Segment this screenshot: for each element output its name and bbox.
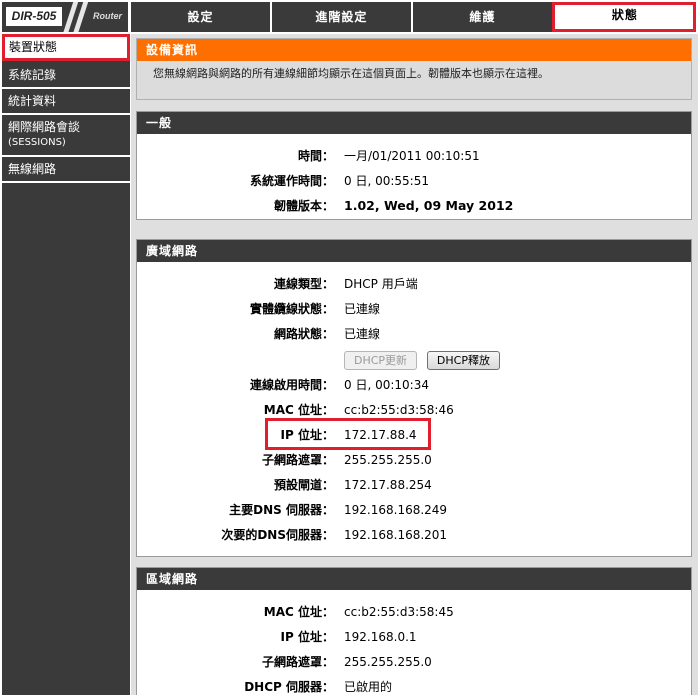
uptime-value: 0 日, 00:55:51 — [344, 174, 429, 188]
gateway-value: 172.17.88.254 — [344, 478, 432, 492]
sidebar-item-wireless[interactable]: 無線網路 — [2, 157, 130, 183]
lan-subnet-label: 子網路遮罩： — [261, 655, 334, 669]
primary-dns-label: 主要DNS 伺服器： — [229, 503, 334, 517]
wan-title: 廣域網路 — [137, 240, 691, 262]
connection-type-value: DHCP 用戶端 — [344, 277, 418, 291]
secondary-dns-label: 次要的DNS伺服器： — [221, 528, 334, 542]
sidebar-item-sublabel: (SESSIONS) — [8, 137, 66, 148]
lan-title: 區域網路 — [137, 568, 691, 590]
network-status-label: 網路狀態： — [273, 327, 334, 341]
ip-highlight-box — [265, 418, 431, 450]
lan-ip-value: 192.168.0.1 — [344, 630, 417, 644]
wan-subnet-value: 255.255.255.0 — [344, 453, 432, 467]
tab-advanced[interactable]: 進階設定 — [269, 2, 411, 32]
lan-section: 區域網路 MAC 位址： cc:b2:55:d3:58:45 IP 位址： 19… — [136, 567, 692, 695]
sidebar-item-label: 網際網路會談 — [8, 120, 81, 134]
top-nav: 設定 進階設定 維護 狀態 — [131, 2, 696, 32]
info-row: 連線啟用時間： 0 日, 00:10:34 — [137, 374, 691, 396]
cable-status-label: 實體纜線狀態： — [249, 302, 334, 316]
device-info-title: 設備資訊 — [137, 39, 691, 61]
info-row: 系統運作時間： 0 日, 00:55:51 — [137, 170, 691, 192]
connection-uptime-label: 連線啟用時間： — [249, 378, 334, 392]
dhcp-server-label: DHCP 伺服器： — [244, 680, 334, 694]
network-status-value: 已連線 — [344, 327, 381, 341]
brand-logo: DIR-505 Router — [2, 2, 128, 32]
time-label: 時間： — [297, 149, 334, 163]
secondary-dns-value: 192.168.168.201 — [344, 528, 448, 542]
device-info-box: 設備資訊 您無線網路與網路的所有連線細節均顯示在這個頁面上。韌體版本也顯示在這裡… — [136, 38, 692, 100]
info-row: 時間： 一月/01/2011 00:10:51 — [137, 145, 691, 167]
tab-setup[interactable]: 設定 — [131, 2, 270, 32]
sidebar-item-sessions[interactable]: 網際網路會談 (SESSIONS) — [2, 115, 130, 157]
info-row: DHCP 伺服器： 已啟用的 — [137, 676, 691, 695]
main-content: 設備資訊 您無線網路與網路的所有連線細節均顯示在這個頁面上。韌體版本也顯示在這裡… — [131, 34, 698, 695]
info-row: 主要DNS 伺服器： 192.168.168.249 — [137, 499, 691, 521]
cable-status-value: 已連線 — [344, 302, 381, 316]
info-row: 實體纜線狀態： 已連線 — [137, 298, 691, 320]
sidebar: 裝置狀態 系統記錄 統計資料 網際網路會談 (SESSIONS) 無線網路 — [2, 34, 130, 695]
wan-subnet-label: 子網路遮罩： — [261, 453, 334, 467]
info-row: 連線類型： DHCP 用戶端 — [137, 273, 691, 295]
primary-dns-value: 192.168.168.249 — [344, 503, 448, 517]
gateway-label: 預設閘道： — [273, 478, 334, 492]
info-row: 預設閘道： 172.17.88.254 — [137, 474, 691, 496]
info-row: 韌體版本： 1.02, Wed, 09 May 2012 — [137, 195, 691, 217]
time-value: 一月/01/2011 00:10:51 — [344, 149, 480, 163]
wan-section: 廣域網路 連線類型： DHCP 用戶端 實體纜線狀態： 已連線 網路狀態： 已連… — [136, 239, 692, 557]
connection-type-label: 連線類型： — [273, 277, 334, 291]
lan-subnet-value: 255.255.255.0 — [344, 655, 432, 669]
info-row: MAC 位址： cc:b2:55:d3:58:45 — [137, 601, 691, 623]
info-row: 子網路遮罩： 255.255.255.0 — [137, 449, 691, 471]
dhcp-buttons: DHCP更新 DHCP釋放 — [344, 349, 506, 371]
lan-ip-label: IP 位址： — [280, 630, 334, 644]
tab-maintenance[interactable]: 維護 — [410, 2, 552, 32]
logo-tag: Router — [93, 11, 122, 21]
info-row: 子網路遮罩： 255.255.255.0 — [137, 651, 691, 673]
lan-mac-label: MAC 位址： — [263, 605, 334, 619]
dhcp-renew-button[interactable]: DHCP更新 — [344, 351, 418, 370]
tab-status[interactable]: 狀態 — [551, 2, 696, 32]
dhcp-release-button[interactable]: DHCP釋放 — [426, 351, 500, 370]
info-row: 網路狀態： 已連線 — [137, 323, 691, 345]
firmware-value: 1.02, Wed, 09 May 2012 — [344, 198, 514, 213]
uptime-label: 系統運作時間： — [249, 174, 334, 188]
info-row: 次要的DNS伺服器： 192.168.168.201 — [137, 524, 691, 546]
lan-mac-value: cc:b2:55:d3:58:45 — [344, 605, 454, 619]
sidebar-item-logs[interactable]: 系統記錄 — [2, 63, 130, 89]
general-title: 一般 — [137, 112, 691, 134]
general-section: 一般 時間： 一月/01/2011 00:10:51 系統運作時間： 0 日, … — [136, 111, 692, 220]
dhcp-buttons-row: DHCP更新 DHCP釋放 — [137, 349, 691, 371]
firmware-label: 韌體版本： — [273, 199, 334, 213]
model-name: DIR-505 — [6, 7, 62, 26]
device-info-description: 您無線網路與網路的所有連線細節均顯示在這個頁面上。韌體版本也顯示在這裡。 — [153, 67, 549, 80]
dhcp-server-value: 已啟用的 — [344, 680, 393, 694]
connection-uptime-value: 0 日, 00:10:34 — [344, 378, 429, 392]
sidebar-item-device-info[interactable]: 裝置狀態 — [2, 34, 130, 61]
info-row: IP 位址： 192.168.0.1 — [137, 626, 691, 648]
sidebar-item-statistics[interactable]: 統計資料 — [2, 89, 130, 115]
